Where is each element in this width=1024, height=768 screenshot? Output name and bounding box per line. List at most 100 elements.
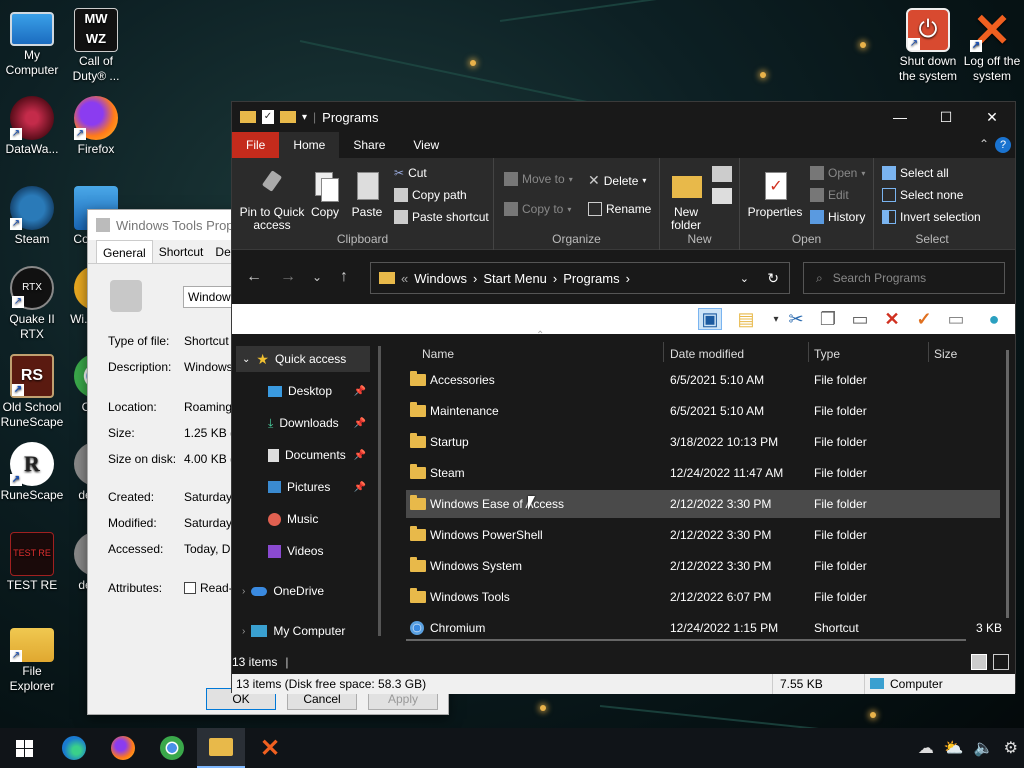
up-arrow-icon[interactable]: ↑	[340, 268, 348, 286]
breadcrumb-programs[interactable]: Programs	[563, 271, 619, 286]
paste-shortcut-button[interactable]: Paste shortcut	[394, 210, 489, 224]
copy-icon[interactable]: ❐	[816, 308, 840, 330]
new-folder-button[interactable]: New folder	[666, 170, 706, 232]
shutdown-button[interactable]: ⏻ ↗ Shut down the system	[896, 8, 960, 84]
nav-quick-access[interactable]: ⌄ ★ Quick access	[236, 346, 370, 372]
properties-folder-icon[interactable]: ▤	[734, 308, 758, 330]
history-button[interactable]: History	[810, 210, 865, 224]
globe-icon[interactable]: ●	[982, 308, 1006, 330]
desktop-icon-osrs[interactable]: RS ↗ Old School RuneScape	[0, 354, 64, 430]
delete-button[interactable]: ✕ Delete ▾	[588, 172, 646, 189]
paste-button[interactable]: Paste	[350, 170, 384, 219]
breadcrumb-windows[interactable]: Windows	[414, 271, 467, 286]
rename-field-icon[interactable]: ▭	[944, 308, 968, 330]
forward-arrow-icon[interactable]: →	[280, 268, 296, 286]
easy-access-icon[interactable]	[712, 188, 732, 204]
edit-button[interactable]: Edit	[810, 188, 849, 202]
copy-to-button[interactable]: Copy to ▾	[504, 202, 571, 216]
nav-onedrive[interactable]: › OneDrive	[242, 578, 376, 604]
vertical-scrollbar[interactable]	[1006, 350, 1009, 618]
network-icon[interactable]: ☁	[918, 738, 934, 758]
properties-qat-icon[interactable]: ✓	[262, 110, 274, 124]
breadcrumb-start-menu[interactable]: Start Menu	[483, 271, 547, 286]
preview-pane-icon[interactable]: ▣	[698, 308, 722, 330]
copy-path-button[interactable]: Copy path	[394, 188, 467, 202]
paste-icon[interactable]: ▭	[848, 308, 872, 330]
settings-gear-icon[interactable]: ⚙	[1004, 738, 1018, 758]
chevron-down-icon[interactable]: ▾	[302, 112, 307, 123]
refresh-icon[interactable]: ↻	[767, 270, 779, 287]
new-folder-qat-icon[interactable]	[280, 111, 296, 123]
logoff-button[interactable]: ✕ ↗ Log off the system	[960, 7, 1024, 84]
move-to-button[interactable]: Move to ▾	[504, 172, 573, 186]
desktop-icon-file-explorer[interactable]: ↗ File Explorer	[0, 622, 64, 694]
maximize-icon[interactable]: ☐	[923, 102, 969, 132]
nav-music[interactable]: Music	[268, 506, 376, 532]
list-item[interactable]: Windows Tools 2/12/2022 6:07 PM File fol…	[406, 583, 1000, 611]
column-header-name[interactable]: Name	[422, 342, 454, 366]
desktop-icon-steam[interactable]: ↗ Steam	[0, 186, 64, 247]
close-icon[interactable]: ✕	[969, 102, 1015, 132]
column-header-size[interactable]: Size	[934, 342, 957, 366]
onedrive-icon[interactable]: ⛅	[944, 738, 964, 758]
nav-videos[interactable]: Videos	[268, 538, 376, 564]
desktop-icon-firefox[interactable]: ↗ Firefox	[64, 96, 128, 157]
taskbar-logoff[interactable]: ✕	[246, 728, 294, 768]
column-header-date[interactable]: Date modified	[670, 342, 744, 366]
horizontal-scrollbar[interactable]	[406, 639, 966, 641]
pin-quick-access-button[interactable]: Pin to Quick access	[236, 170, 308, 232]
nav-pictures[interactable]: Pictures 📌	[268, 474, 376, 500]
large-icons-view-icon[interactable]	[993, 654, 1009, 670]
checkmark-icon[interactable]: ✓	[912, 308, 936, 330]
open-button[interactable]: Open ▾	[810, 166, 865, 180]
tab-home[interactable]: Home	[279, 132, 340, 158]
tab-general[interactable]: General	[96, 240, 153, 263]
invert-selection-button[interactable]: Invert selection	[882, 210, 981, 224]
tab-shortcut[interactable]: Shortcut	[153, 240, 210, 263]
properties-button[interactable]: ✓ Properties	[744, 170, 806, 219]
nav-documents[interactable]: Documents 📌	[268, 442, 376, 468]
list-item[interactable]: Steam 12/24/2022 11:47 AM File folder	[406, 459, 1000, 487]
tab-view[interactable]: View	[399, 132, 453, 158]
cut-button[interactable]: ✂ Cut	[394, 166, 427, 180]
desktop-icon-runescape[interactable]: R ↗ RuneScape	[0, 442, 64, 503]
nav-my-computer[interactable]: › My Computer	[242, 618, 376, 644]
list-item[interactable]: Windows System 2/12/2022 3:30 PM File fo…	[406, 552, 1000, 580]
list-item[interactable]: Chromium 12/24/2022 1:15 PM Shortcut 3 K…	[406, 614, 1002, 642]
list-item[interactable]: Windows PowerShell 2/12/2022 3:30 PM Fil…	[406, 521, 1000, 549]
tab-file[interactable]: File	[232, 132, 280, 158]
desktop-icon-quake[interactable]: RTX ↗ Quake II RTX	[0, 266, 64, 342]
help-icon[interactable]: ?	[995, 137, 1011, 153]
taskbar-chrome[interactable]	[148, 728, 196, 768]
tab-share[interactable]: Share	[339, 132, 399, 158]
select-none-button[interactable]: Select none	[882, 188, 963, 202]
select-all-button[interactable]: Select all	[882, 166, 949, 180]
copy-button[interactable]: Copy	[308, 170, 342, 219]
list-item[interactable]: Accessories 6/5/2021 5:10 AM File folder	[406, 366, 1000, 394]
taskbar-edge[interactable]	[50, 728, 98, 768]
nav-desktop[interactable]: Desktop 📌	[268, 378, 376, 404]
rename-button[interactable]: Rename	[588, 202, 651, 216]
desktop-icon-datawa[interactable]: ↗ DataWa...	[0, 96, 64, 157]
taskbar-firefox[interactable]	[99, 728, 147, 768]
list-item[interactable]: Maintenance 6/5/2021 5:10 AM File folder	[406, 397, 1000, 425]
minimize-icon[interactable]: —	[877, 102, 923, 132]
desktop-icon-my-computer[interactable]: My Computer	[0, 8, 64, 78]
volume-icon[interactable]: 🔈	[974, 738, 994, 758]
cut-scissors-icon[interactable]: ✂	[784, 308, 808, 330]
column-header-type[interactable]: Type	[814, 342, 840, 366]
file-explorer-window[interactable]: ✓ ▾ | Programs — ☐ ✕ File Home Share Vie…	[231, 101, 1016, 694]
nav-downloads[interactable]: ⤓ Downloads 📌	[268, 410, 376, 436]
address-dropdown-icon[interactable]: ⌄	[740, 272, 749, 285]
back-arrow-icon[interactable]: ←	[246, 268, 262, 286]
new-item-icon[interactable]	[712, 166, 732, 182]
list-item[interactable]: Startup 3/18/2022 10:13 PM File folder	[406, 428, 1000, 456]
search-box[interactable]: ⌕ Search Programs	[803, 262, 1005, 294]
recent-locations-chevron-icon[interactable]: ⌄	[312, 270, 322, 284]
collapse-ribbon-icon[interactable]: ⌃	[979, 137, 989, 151]
desktop-icon-test-re[interactable]: TEST RE TEST RE	[0, 532, 64, 593]
taskbar-file-explorer[interactable]	[197, 728, 245, 768]
start-button[interactable]	[0, 728, 48, 768]
address-bar[interactable]: « Windows › Start Menu › Programs › ⌄ ↻	[370, 262, 790, 294]
delete-x-icon[interactable]: ✕	[880, 308, 904, 330]
